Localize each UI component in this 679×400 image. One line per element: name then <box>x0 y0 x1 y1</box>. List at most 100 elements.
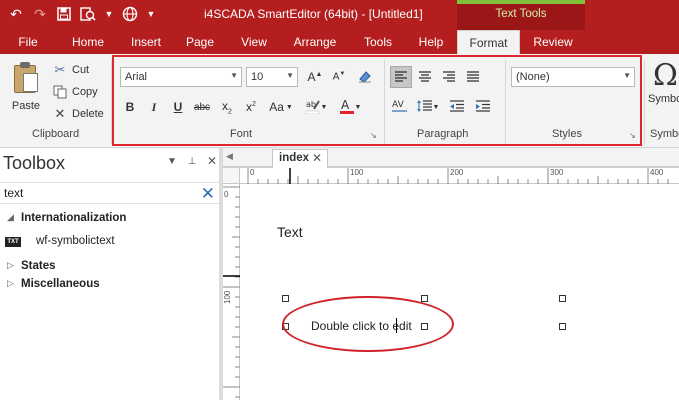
tab-page[interactable]: Page <box>180 30 220 54</box>
tab-format[interactable]: Format <box>457 30 520 54</box>
static-text-element[interactable]: Text <box>277 224 303 240</box>
cut-label: Cut <box>72 64 90 76</box>
dialog-launcher-icon[interactable]: ↘ <box>629 131 636 140</box>
pin-icon[interactable]: ⊥ <box>186 156 198 168</box>
delete-button[interactable]: ✕ Delete <box>52 106 104 122</box>
toolbox-panel: Toolbox ▼ ⊥ ✕ ✕ ◢ Internationalization T… <box>0 148 219 400</box>
delete-x-icon: ✕ <box>54 106 66 121</box>
line-spacing-button[interactable]: ▼ <box>414 96 442 118</box>
paste-icon <box>12 62 40 94</box>
font-size-value: 10 <box>251 71 264 83</box>
redo-icon[interactable]: ↷ <box>30 4 50 24</box>
highlight-color-button[interactable]: ab ▼ <box>301 96 331 118</box>
grow-font-button[interactable]: A▲ <box>304 66 326 88</box>
ribbon-tab-bar: File Home Insert Page View Arrange Tools… <box>0 30 679 54</box>
paste-label: Paste <box>11 100 41 112</box>
qat-dropdown-icon[interactable]: ▼ <box>102 4 116 24</box>
tree-item-wf-symbolictext[interactable]: TXT wf-symbolictext <box>0 233 219 251</box>
ruler-label: 0 <box>250 168 255 177</box>
clear-search-icon[interactable]: ✕ <box>201 184 215 204</box>
tab-help[interactable]: Help <box>410 30 452 54</box>
svg-text:AV: AV <box>392 100 405 110</box>
font-size-select[interactable]: 10 ▼ <box>246 67 298 87</box>
panel-menu-icon[interactable]: ▼ <box>166 156 178 168</box>
horizontal-ruler: 0 100 200 300 400 <box>240 168 679 184</box>
chevron-down-icon: ▼ <box>320 103 328 111</box>
align-right-icon <box>442 70 456 85</box>
cut-button[interactable]: ✂ Cut <box>52 62 90 78</box>
increase-indent-button[interactable] <box>472 96 494 118</box>
close-icon[interactable]: ✕ <box>206 154 218 168</box>
document-tab-strip: ◀ index ✕ <box>223 148 679 168</box>
toolbox-title: Toolbox <box>3 153 66 173</box>
styles-select[interactable]: (None) ▼ <box>511 67 635 87</box>
tab-insert[interactable]: Insert <box>124 30 168 54</box>
resize-handle-bottom-left[interactable] <box>282 323 289 330</box>
align-center-button[interactable] <box>414 66 436 88</box>
app-window: ↶ ↷ ▼ ▼ i4SCADA SmartEditor (64bit) - [U… <box>0 0 679 400</box>
ruler-label: 0 <box>224 190 229 199</box>
paragraph-group-label: Paragraph <box>417 128 469 140</box>
align-right-button[interactable] <box>438 66 460 88</box>
superscript-button[interactable]: x2 <box>240 96 262 118</box>
language-globe-icon[interactable] <box>120 4 140 24</box>
group-separator <box>644 60 645 144</box>
copy-button[interactable]: Copy <box>52 84 98 100</box>
font-color-button[interactable]: A ▼ <box>336 96 364 118</box>
title-bar: ↶ ↷ ▼ ▼ i4SCADA SmartEditor (64bit) - [U… <box>0 0 679 30</box>
paste-button[interactable]: Paste <box>6 60 46 118</box>
save-icon[interactable] <box>54 4 74 24</box>
resize-handle-top-middle[interactable] <box>421 295 428 302</box>
decrease-indent-button[interactable] <box>446 96 468 118</box>
chevron-down-icon: ▼ <box>285 103 293 111</box>
toolbox-search-input[interactable] <box>4 186 184 200</box>
resize-handle-top-right[interactable] <box>559 295 566 302</box>
tree-group-states[interactable]: ▷ States <box>0 258 219 276</box>
context-tab-group-label: Text Tools <box>495 8 547 20</box>
bold-button[interactable]: B <box>119 96 141 118</box>
resize-handle-bottom-middle[interactable] <box>421 323 428 330</box>
justify-button[interactable] <box>462 66 484 88</box>
tab-review[interactable]: Review <box>524 30 582 54</box>
tree-group-label: States <box>21 260 56 272</box>
italic-button[interactable]: I <box>143 96 165 118</box>
tab-arrange[interactable]: Arrange <box>285 30 345 54</box>
underline-button[interactable]: U <box>167 96 189 118</box>
character-spacing-button[interactable]: AV <box>389 96 411 118</box>
ruler-label: 400 <box>650 168 664 177</box>
document-area: ◀ index ✕ 0 100 200 300 400 0 100 Text D… <box>223 148 679 400</box>
align-left-button[interactable] <box>390 66 412 88</box>
text-cursor <box>396 318 397 333</box>
tab-file[interactable]: File <box>9 30 47 54</box>
font-family-select[interactable]: Arial ▼ <box>120 67 242 87</box>
close-tab-icon[interactable]: ✕ <box>312 151 322 165</box>
tab-tools[interactable]: Tools <box>356 30 400 54</box>
strikethrough-button[interactable]: abc <box>191 96 213 118</box>
tree-group-miscellaneous[interactable]: ▷ Miscellaneous <box>0 276 219 294</box>
superscript-icon: x2 <box>246 100 256 114</box>
resize-handle-top-left[interactable] <box>282 295 289 302</box>
font-family-value: Arial <box>125 71 148 83</box>
dialog-launcher-icon[interactable]: ↘ <box>370 131 377 140</box>
qat-customize-icon[interactable]: ▼ <box>144 4 158 24</box>
change-case-button[interactable]: Aa ▼ <box>266 96 296 118</box>
align-left-icon <box>394 70 408 85</box>
copy-label: Copy <box>72 86 98 98</box>
scroll-tabs-left-icon[interactable]: ◀ <box>226 151 233 162</box>
design-canvas[interactable]: Text Double click to edit <box>241 185 679 400</box>
tree-group-internationalization[interactable]: ◢ Internationalization <box>0 210 219 228</box>
context-tab-group: Text Tools <box>457 0 585 30</box>
ruler-label: 100 <box>223 290 232 304</box>
tab-view[interactable]: View <box>233 30 275 54</box>
document-tab-index[interactable]: index ✕ <box>272 149 328 168</box>
resize-handle-bottom-right[interactable] <box>559 323 566 330</box>
preview-icon[interactable] <box>78 4 98 24</box>
clear-formatting-button[interactable] <box>354 66 376 88</box>
tab-home[interactable]: Home <box>66 30 110 54</box>
undo-icon[interactable]: ↶ <box>6 4 26 24</box>
collapsed-caret-icon: ▷ <box>7 260 14 270</box>
symbols-button[interactable]: Ω Symbols <box>648 58 679 118</box>
text-component-icon: TXT <box>5 237 21 247</box>
shrink-font-button[interactable]: A▼ <box>328 66 350 88</box>
subscript-button[interactable]: x2 <box>216 96 238 118</box>
